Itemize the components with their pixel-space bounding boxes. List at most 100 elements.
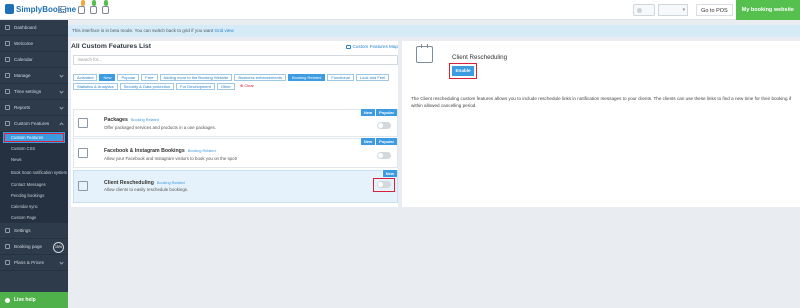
sidebar-item-label: Dashboard	[14, 25, 37, 30]
clock-icon	[5, 89, 10, 94]
filter-chip[interactable]: Look and Feel	[355, 74, 390, 81]
topbar-right: ▾ Go to POS My booking website	[633, 0, 800, 20]
dashboard-icon	[5, 25, 10, 30]
subitem-pending-bookings[interactable]: Pending bookings	[0, 190, 68, 201]
feature-name-text: Packages	[104, 117, 128, 123]
plans-icon	[5, 260, 10, 265]
detail-description: The Client rescheduling custom features …	[411, 96, 792, 108]
filter-chip[interactable]: Business enhancements	[234, 74, 286, 81]
features-list-panel: All Custom Features List Custom Features…	[71, 41, 398, 207]
gear-icon	[5, 228, 10, 233]
sidebar-item-booking-page[interactable]: Booking page 15%	[0, 239, 68, 255]
toggle-highlight	[373, 178, 395, 192]
feature-name-text: Client Rescheduling	[104, 180, 154, 186]
subitem-custom-features[interactable]: Custom Features	[3, 132, 65, 143]
calendar-icon	[78, 181, 88, 191]
app-root: SimplyBook.me ▾ Go to POS My booking web…	[0, 0, 800, 308]
sidebar-item-custom-features[interactable]: Custom Features	[0, 116, 68, 132]
chevron-up-icon	[59, 122, 64, 127]
reports-icon	[5, 105, 10, 110]
sidebar-item-welcome[interactable]: Welcome	[0, 36, 68, 52]
puzzle-icon	[5, 121, 10, 126]
subitem-book-soon[interactable]: Book Soon notification system	[0, 165, 68, 179]
sidebar-item-label: Time settings	[14, 89, 42, 94]
subitem-contact-messages[interactable]: Contact Messages	[0, 179, 68, 190]
search-input[interactable]: Search for...	[73, 55, 398, 65]
live-help-label: Live help	[14, 297, 36, 303]
enable-button[interactable]: Enable	[452, 66, 474, 76]
filter-chip[interactable]: Security & Data protection	[119, 83, 175, 90]
grid-view-link[interactable]: Grid view	[215, 28, 234, 33]
filter-chip[interactable]: Functional	[327, 74, 354, 81]
new-badge: New	[381, 170, 397, 177]
subitem-custom-css[interactable]: Custom CSS	[0, 143, 68, 154]
sidebar-item-label: Plans & Prices	[14, 260, 44, 265]
filter-chip[interactable]: For Development	[176, 83, 215, 90]
feature-card-packages[interactable]: New Popular Packages Booking Related Offe…	[73, 109, 398, 137]
bookings-icon[interactable]	[90, 6, 97, 14]
tasks-badge	[104, 0, 108, 6]
feature-desc: Allow clients to easily reschedule booki…	[104, 187, 189, 192]
calendar-icon	[416, 44, 433, 63]
sidebar-item-label: Settings	[14, 228, 31, 233]
filter-chip[interactable]: Other	[216, 83, 235, 90]
custom-features-map-link[interactable]: Custom Features Map	[345, 44, 398, 49]
filter-chip[interactable]: Popular	[117, 74, 140, 81]
filter-chip[interactable]: New	[99, 74, 116, 81]
feature-toggle[interactable]	[377, 181, 391, 188]
clear-filters-button[interactable]: ⊗ Clear	[236, 83, 257, 90]
bookings-badge	[92, 0, 96, 6]
feature-card-facebook-instagram[interactable]: New Popular Facebook & Instagram Booking…	[73, 138, 398, 168]
sidebar-item-label: Booking page	[14, 244, 43, 249]
popular-badge: Popular	[375, 109, 397, 116]
clear-label: Clear	[244, 83, 254, 88]
user-dropdown[interactable]: ▾	[658, 4, 689, 16]
go-to-pos-button[interactable]: Go to POS	[696, 4, 733, 16]
filter-chip[interactable]: Booking Related	[287, 74, 326, 81]
sidebar-item-dashboard[interactable]: Dashboard	[0, 20, 68, 36]
sidebar-item-label: Custom Features	[14, 121, 50, 126]
subitem-custom-page[interactable]: Custom Page	[0, 212, 68, 223]
tasks-icon[interactable]	[102, 6, 109, 14]
my-booking-website-button[interactable]: My booking website	[735, 0, 800, 20]
sidebar-item-label: Manage	[14, 73, 31, 78]
feature-name-text: Facebook & Instagram Bookings	[104, 148, 185, 154]
sidebar-item-reports[interactable]: Reports	[0, 100, 68, 116]
feature-badges: New Popular	[359, 138, 397, 145]
chevron-down-icon	[59, 89, 64, 94]
mode-toggle[interactable]	[633, 4, 656, 16]
sidebar-item-settings[interactable]: Settings	[0, 223, 68, 239]
feature-badges: New	[381, 170, 397, 177]
filter-chip[interactable]: Activated	[73, 74, 98, 81]
notifications-icon[interactable]	[78, 6, 85, 14]
sidebar-item-time-settings[interactable]: Time settings	[0, 84, 68, 100]
subitem-news[interactable]: News	[0, 154, 68, 165]
feature-desc: Offer packaged services and products in …	[104, 125, 216, 130]
new-badge: New	[359, 138, 376, 145]
filter-chip[interactable]: Free	[141, 74, 158, 81]
feature-toggle[interactable]	[377, 122, 391, 129]
map-icon	[345, 44, 351, 49]
sidebar-item-calendar[interactable]: Calendar	[0, 52, 68, 68]
package-icon	[78, 118, 88, 128]
sidebar-item-plans-prices[interactable]: Plans & Prices	[0, 255, 68, 271]
banner-text: This interface is in beta mode. You can …	[72, 28, 214, 33]
sidebar-item-label: Calendar	[14, 57, 33, 62]
menu-toggle-icon[interactable]	[58, 6, 66, 13]
home-icon	[5, 41, 10, 46]
feature-desc: Allow your Facebook and Instagram visito…	[104, 156, 238, 161]
feature-badges: New Popular	[359, 109, 397, 116]
feature-name: Client Rescheduling Booking Related	[104, 180, 185, 186]
subitem-calendar-sync[interactable]: Calendar sync	[0, 201, 68, 212]
list-title: All Custom Features List	[71, 43, 152, 50]
feature-toggle[interactable]	[377, 152, 391, 159]
feature-tag: Booking Related	[156, 181, 185, 185]
filter-chip[interactable]: Adding more to the Booking Website	[159, 74, 233, 81]
social-icon	[78, 148, 88, 158]
feature-card-client-rescheduling[interactable]: New Client Rescheduling Booking Related A…	[73, 170, 398, 203]
filter-chip[interactable]: Statistics & Analytics	[73, 83, 118, 90]
feature-detail-panel: Client Rescheduling Enable The Client re…	[402, 41, 800, 207]
top-bar: SimplyBook.me ▾ Go to POS My booking web…	[0, 0, 800, 20]
live-help-button[interactable]: Live help	[0, 292, 68, 308]
sidebar-item-manage[interactable]: Manage	[0, 68, 68, 84]
